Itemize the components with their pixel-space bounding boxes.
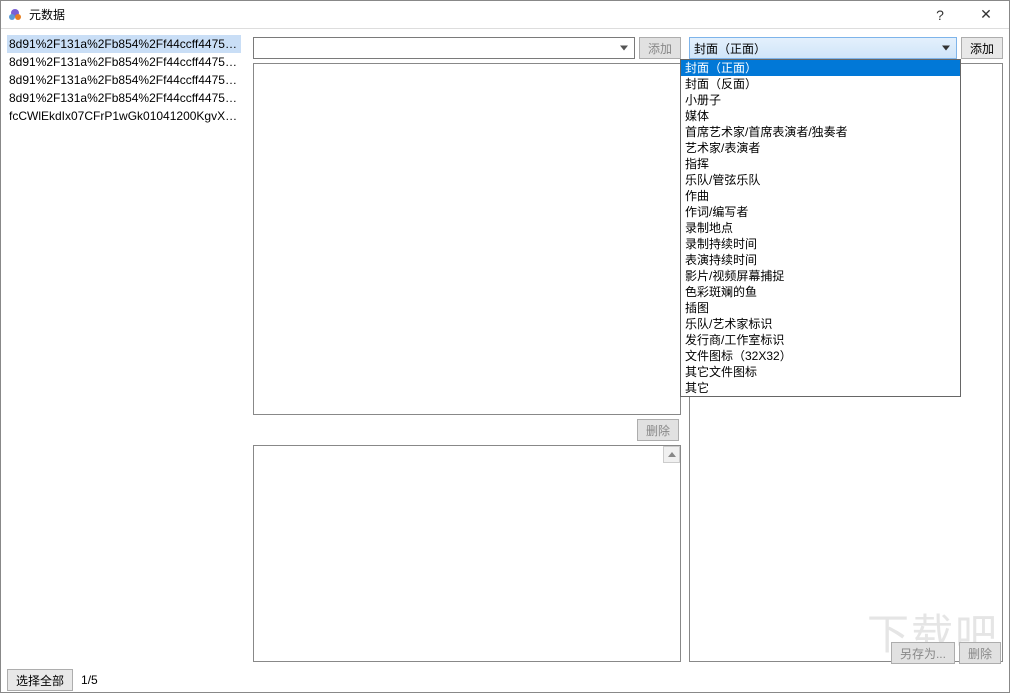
dropdown-item[interactable]: 发行商/工作室标识: [681, 332, 960, 348]
cover-type-dropdown[interactable]: 封面（正面）封面（反面）小册子媒体首席艺术家/首席表演者/独奏者艺术家/表演者指…: [680, 59, 961, 397]
dropdown-item[interactable]: 首席艺术家/首席表演者/独奏者: [681, 124, 960, 140]
dropdown-item[interactable]: 小册子: [681, 92, 960, 108]
dropdown-item[interactable]: 乐队/管弦乐队: [681, 172, 960, 188]
window-title: 元数据: [29, 6, 917, 23]
app-icon: [7, 7, 23, 23]
left-panel: 8d91%2F131a%2Fb854%2Ff44ccff447573f...8d…: [1, 29, 247, 668]
dropdown-item[interactable]: 影片/视频屏幕捕捉: [681, 268, 960, 284]
dropdown-item[interactable]: 录制持续时间: [681, 236, 960, 252]
saveas-button[interactable]: 另存为...: [891, 642, 955, 664]
add-cover-button[interactable]: 添加: [961, 37, 1003, 59]
dropdown-item[interactable]: 艺术家/表演者: [681, 140, 960, 156]
file-list-item[interactable]: 8d91%2F131a%2Fb854%2Ff44ccff447573f...: [7, 71, 241, 89]
delete-tag-button[interactable]: 删除: [637, 419, 679, 441]
title-bar: 元数据 ? ✕: [1, 1, 1009, 29]
file-list[interactable]: 8d91%2F131a%2Fb854%2Ff44ccff447573f...8d…: [7, 35, 241, 668]
center-panel: 添加 删除: [247, 29, 681, 668]
file-list-item[interactable]: fcCWlEkdIx07CFrP1wGk01041200KgvX0E0...: [7, 107, 241, 125]
dropdown-item[interactable]: 插图: [681, 300, 960, 316]
file-list-item[interactable]: 8d91%2F131a%2Fb854%2Ff44ccff447573f...: [7, 89, 241, 107]
tag-value-textarea[interactable]: [253, 445, 681, 662]
dropdown-item[interactable]: 媒体: [681, 108, 960, 124]
dropdown-item[interactable]: 封面（反面）: [681, 76, 960, 92]
tag-combo-input[interactable]: [253, 37, 635, 59]
file-list-item[interactable]: 8d91%2F131a%2Fb854%2Ff44ccff447573f...: [7, 35, 241, 53]
dropdown-item[interactable]: 封面（正面）: [681, 60, 960, 76]
delete-cover-button[interactable]: 删除: [959, 642, 1001, 664]
scroll-up-icon[interactable]: [663, 446, 680, 463]
help-button[interactable]: ?: [917, 1, 963, 28]
dropdown-item[interactable]: 其它: [681, 380, 960, 396]
cover-type-combo[interactable]: 封面（正面）: [689, 37, 957, 59]
select-all-button[interactable]: 选择全部: [7, 669, 73, 691]
tag-list-area[interactable]: [253, 63, 681, 415]
add-tag-button[interactable]: 添加: [639, 37, 681, 59]
file-counter: 1/5: [81, 673, 98, 687]
file-list-item[interactable]: 8d91%2F131a%2Fb854%2Ff44ccff447573f...: [7, 53, 241, 71]
dropdown-item[interactable]: 文件图标（32X32）: [681, 348, 960, 364]
dropdown-item[interactable]: 乐队/艺术家标识: [681, 316, 960, 332]
cover-type-selected: 封面（正面）: [694, 40, 766, 57]
dropdown-item[interactable]: 其它文件图标: [681, 364, 960, 380]
dropdown-item[interactable]: 指挥: [681, 156, 960, 172]
dropdown-item[interactable]: 色彩斑斓的鱼: [681, 284, 960, 300]
dropdown-item[interactable]: 录制地点: [681, 220, 960, 236]
chevron-down-icon: [942, 46, 950, 51]
bottom-bar: 选择全部 1/5: [1, 668, 1009, 692]
dropdown-item[interactable]: 作词/编写者: [681, 204, 960, 220]
close-button[interactable]: ✕: [963, 1, 1009, 28]
dropdown-item[interactable]: 作曲: [681, 188, 960, 204]
dropdown-item[interactable]: 表演持续时间: [681, 252, 960, 268]
